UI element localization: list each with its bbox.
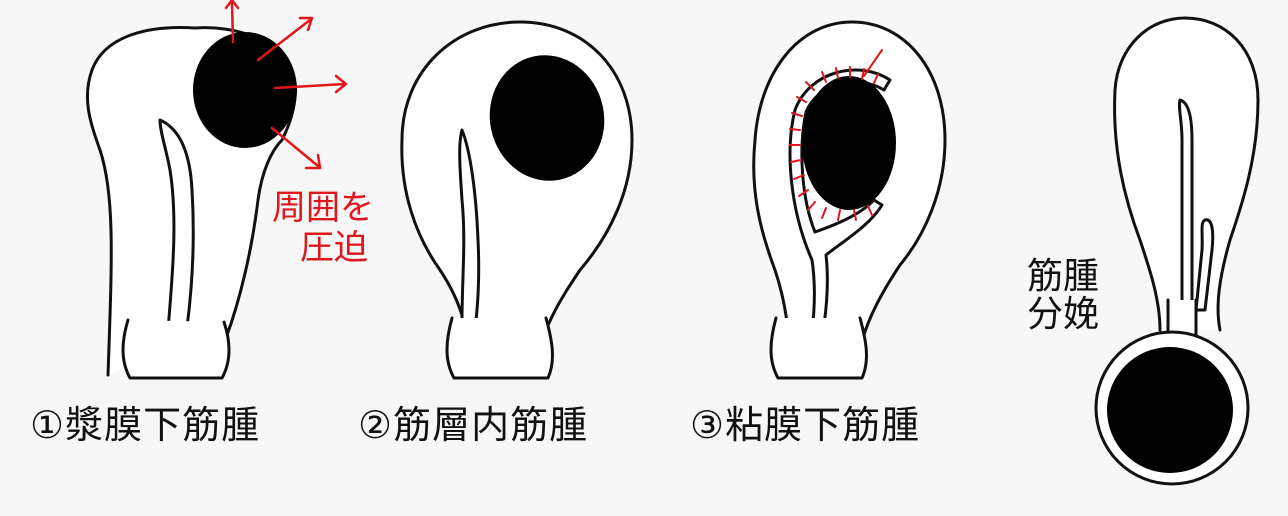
cervix-3 bbox=[769, 316, 868, 380]
label-submucosal: ③粘膜下筋腫 bbox=[690, 403, 921, 447]
myoma-3 bbox=[802, 76, 896, 210]
figure-canvas: ①漿膜下筋腫 ②筋層内筋腫 ③粘膜下筋腫 筋腫 分娩 周囲を 圧迫 bbox=[0, 0, 1288, 516]
cervix-1 bbox=[121, 318, 231, 380]
cervix-2 bbox=[445, 316, 554, 380]
label-intramural: ②筋層内筋腫 bbox=[358, 403, 589, 447]
arrow-lower-right bbox=[270, 126, 322, 170]
label-subserosal: ①漿膜下筋腫 bbox=[30, 403, 261, 447]
uterus-myoma-delivery bbox=[1094, 16, 1260, 486]
uterus-intramural bbox=[400, 20, 634, 380]
annotation-line2: 圧迫 bbox=[300, 228, 368, 268]
myoma-1 bbox=[193, 32, 297, 148]
uterine-cavity-4a bbox=[1177, 98, 1194, 312]
annotation-pressure: 周囲を 圧迫 bbox=[272, 188, 374, 268]
uterus-subserosal bbox=[85, 26, 297, 380]
annotation-line1: 周囲を bbox=[272, 188, 374, 228]
myoma-4 bbox=[1107, 347, 1233, 473]
label-myoma-delivery-line2: 分娩 bbox=[1027, 294, 1100, 335]
label-myoma-delivery-line1: 筋腫 bbox=[1027, 256, 1100, 297]
label-myoma-delivery: 筋腫 分娩 bbox=[1027, 258, 1099, 334]
